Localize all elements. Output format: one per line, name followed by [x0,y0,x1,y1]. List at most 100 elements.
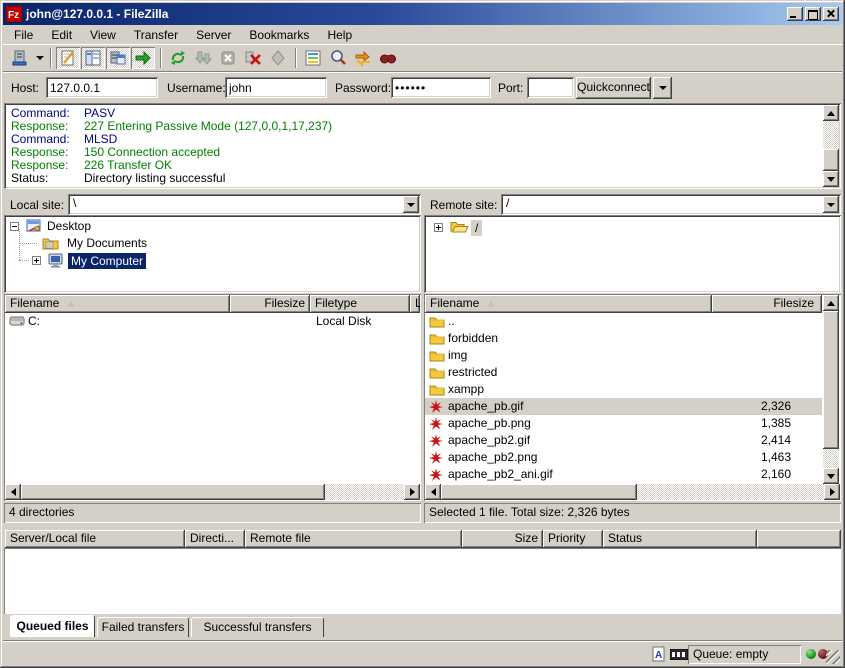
tree-item-desktop[interactable]: Desktop [4,218,419,235]
transfer-queue-list[interactable] [4,548,841,614]
reconnect-button[interactable] [266,47,290,69]
disconnect-button[interactable] [241,47,265,69]
column-header-filler [757,530,841,548]
close-button[interactable] [823,7,839,21]
menu-file[interactable]: File [5,26,42,44]
site-manager-dropdown[interactable] [33,47,46,69]
toggle-transfer-queue-button[interactable] [131,47,155,69]
menu-edit[interactable]: Edit [42,26,81,44]
column-header-filetype[interactable]: Filetype [310,295,410,313]
file-row[interactable]: C: Local Disk [5,313,420,330]
column-header-remote-file[interactable]: Remote file [245,530,462,548]
scroll-up-button[interactable] [823,295,839,311]
column-header-filesize[interactable]: Filesize [712,295,822,313]
image-file-icon [429,434,443,448]
password-input[interactable] [391,77,491,98]
cancel-operation-button[interactable] [216,47,240,69]
toggle-remote-tree-button[interactable] [106,47,130,69]
local-site-combobox[interactable]: \ [68,194,421,215]
scroll-down-button[interactable] [823,171,839,187]
scroll-left-button[interactable] [5,484,21,500]
tree-item-root[interactable]: / [424,219,839,236]
menu-view[interactable]: View [81,26,125,44]
sort-ascending-icon [487,301,495,307]
tab-failed-transfers[interactable]: Failed transfers [97,617,189,637]
column-header-filesize[interactable]: Filesize [230,295,310,313]
menu-help[interactable]: Help [318,26,361,44]
tree-item-my-computer[interactable]: My Computer [4,252,419,269]
scroll-right-button[interactable] [824,484,840,500]
my-computer-icon [48,253,65,268]
local-hscrollbar-thumb[interactable] [21,484,325,500]
image-file-icon [429,451,443,465]
chevron-down-icon [659,86,667,90]
column-header-partial[interactable]: L [410,295,420,313]
local-site-value: \ [73,196,76,210]
file-row-selected[interactable]: apache_pb.gif 2,326 [425,398,822,415]
quickconnect-button[interactable]: Quickconnect [576,77,651,99]
expand-toggle[interactable] [32,256,41,265]
remote-site-dropdown[interactable] [823,196,839,213]
site-manager-icon [11,49,29,67]
queue-header: Server/Local file Directi... Remote file… [4,530,841,548]
file-name: apache_pb.gif [448,398,523,415]
directory-listing-filters-button[interactable] [301,47,325,69]
file-row[interactable]: apache_pb2.png 1,463 [425,449,822,466]
log-scrollbar-thumb[interactable] [823,149,839,171]
toggle-message-log-button[interactable] [56,47,80,69]
directory-comparison-button[interactable] [326,47,350,69]
port-input[interactable] [527,77,574,98]
maximize-button[interactable] [805,7,821,21]
host-label: Host: [11,81,39,95]
image-file-icon [429,400,443,414]
tab-successful-transfers[interactable]: Successful transfers [191,617,324,637]
process-queue-button[interactable] [191,47,215,69]
file-row[interactable]: apache_pb2.gif 2,414 [425,432,822,449]
remote-hscrollbar-thumb[interactable] [441,484,637,500]
menu-bookmarks[interactable]: Bookmarks [240,26,318,44]
remote-site-combobox[interactable]: / [501,194,841,215]
file-row[interactable]: restricted [425,364,822,381]
scroll-left-button[interactable] [425,484,441,500]
column-header-direction[interactable]: Directi... [185,530,245,548]
synchronized-browsing-button[interactable] [351,47,375,69]
collapse-toggle[interactable] [10,222,19,231]
remote-file-list: Filename Filesize .. forbidden img restr… [424,294,841,501]
column-header-server-local-file[interactable]: Server/Local file [5,530,185,548]
file-row[interactable]: forbidden [425,330,822,347]
column-header-filename[interactable]: Filename [5,295,230,313]
tree-item-my-documents[interactable]: My Documents [4,235,419,252]
host-input[interactable] [46,77,158,98]
toggle-local-tree-button[interactable] [81,47,105,69]
username-input[interactable] [225,77,327,98]
scroll-down-button[interactable] [823,468,839,484]
menu-transfer[interactable]: Transfer [125,26,187,44]
tab-queued-files[interactable]: Queued files [10,615,95,637]
folder-icon [429,349,445,362]
resize-grip[interactable] [826,650,840,664]
minimize-button[interactable] [787,7,803,21]
local-directory-tree: Desktop My Documents My Computer [4,215,421,293]
column-header-filename[interactable]: Filename [425,295,712,313]
username-label: Username: [167,81,226,95]
refresh-button[interactable] [166,47,190,69]
quickconnect-dropdown[interactable] [653,77,672,99]
file-row[interactable]: img [425,347,822,364]
local-site-dropdown[interactable] [403,196,419,213]
file-size: 2,160 [761,466,791,483]
my-documents-icon [42,236,59,250]
column-header-size[interactable]: Size [462,530,543,548]
column-header-priority[interactable]: Priority [543,530,603,548]
file-row[interactable]: apache_pb2_ani.gif 2,160 [425,466,822,483]
column-header-status[interactable]: Status [603,530,757,548]
expand-toggle[interactable] [434,223,443,232]
file-row[interactable]: apache_pb.png 1,385 [425,415,822,432]
menu-server[interactable]: Server [187,26,240,44]
remote-vscrollbar-thumb[interactable] [823,311,839,449]
site-manager-button[interactable] [8,47,32,69]
scroll-right-button[interactable] [404,484,420,500]
file-row[interactable]: .. [425,313,822,330]
find-files-button[interactable] [376,47,400,69]
file-row[interactable]: xampp [425,381,822,398]
scroll-up-button[interactable] [823,105,839,121]
